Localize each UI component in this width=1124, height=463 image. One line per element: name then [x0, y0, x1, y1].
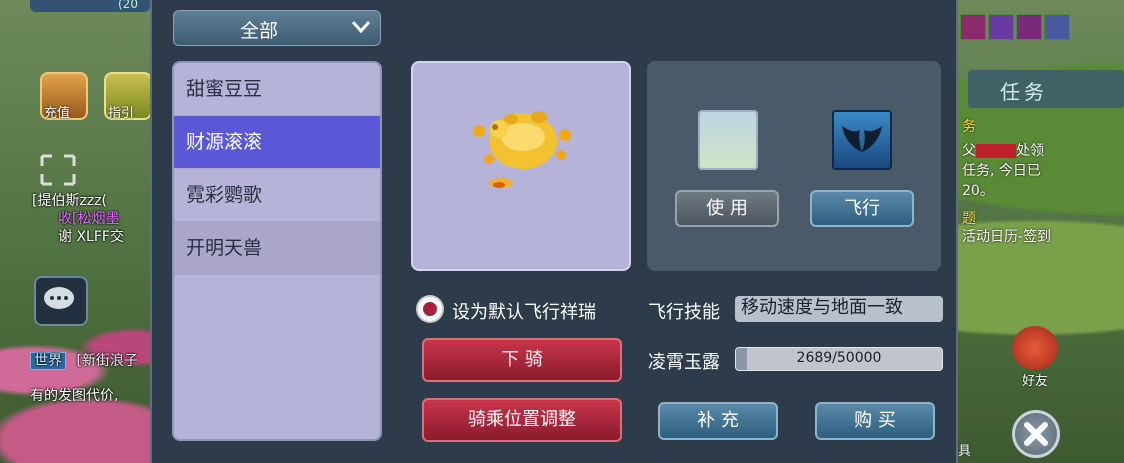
top-counter: (20 — [118, 0, 138, 11]
quest-line-1: 务 — [962, 119, 976, 135]
buy-button[interactable]: 购 买 — [815, 402, 935, 440]
list-item[interactable]: 开明天兽 — [174, 222, 380, 275]
close-button[interactable] — [1012, 410, 1060, 458]
filter-selected: 全部 — [239, 20, 278, 42]
quest-line-4: 20。 — [962, 183, 994, 199]
dismount-button[interactable]: 下 骑 — [422, 338, 622, 382]
fly-skill-value: 移动速度与地面一致 — [735, 296, 943, 322]
world-chat-line-2: 有的发图代价, — [30, 388, 119, 404]
mount-dialog: 全部 甜蜜豆豆 财源滚滚 霓彩鹦歌 开明天兽 使 用 飞行 设为默认飞行祥瑞 下… — [150, 0, 958, 463]
fly-button[interactable]: 飞行 — [810, 190, 914, 227]
quest-line-5: 题 — [962, 211, 976, 227]
empty-skill-slot[interactable] — [698, 110, 758, 170]
items-label: 具 — [958, 444, 972, 459]
list-item[interactable]: 霓彩鹦歌 — [174, 169, 380, 222]
refill-button[interactable]: 补 充 — [658, 402, 778, 440]
default-fly-radio[interactable] — [418, 297, 442, 321]
chat-line-2: 收[松烟墨 — [58, 211, 120, 227]
list-item-selected[interactable]: 财源滚滚 — [174, 116, 380, 169]
list-item[interactable]: 甜蜜豆豆 — [174, 63, 380, 116]
top-status-strip: (20 — [30, 0, 150, 12]
world-tag: 世界 — [30, 352, 66, 370]
world-chat-line: 世界 [新街浪子 — [30, 350, 138, 370]
chevron-down-icon — [351, 21, 371, 34]
default-fly-label: 设为默认飞行祥瑞 — [452, 302, 596, 323]
fly-skill-label: 飞行技能 — [648, 302, 720, 323]
quest-line-3: 任务, 今日已 — [962, 163, 1041, 179]
filter-dropdown[interactable]: 全部 — [173, 10, 381, 46]
recharge-label: 充值 — [44, 106, 71, 121]
chat-line-3: 谢 XLFF交 — [58, 229, 124, 245]
mount-list: 甜蜜豆豆 财源滚滚 霓彩鹦歌 开明天兽 — [172, 61, 382, 441]
dew-progress-bar: 2689/50000 — [735, 347, 943, 371]
chat-line-1: [提伯斯zzz( — [32, 193, 107, 209]
use-button[interactable]: 使 用 — [675, 190, 779, 227]
chat-bubble-icon[interactable] — [34, 276, 88, 326]
quest-line-6: 活动日历-签到 — [962, 229, 1052, 245]
ride-position-adjust-button[interactable]: 骑乘位置调整 — [422, 398, 622, 442]
buff-icons-row — [960, 14, 1072, 40]
friend-label: 好友 — [1022, 374, 1049, 389]
guide-label: 指引 — [108, 106, 135, 121]
wings-icon[interactable] — [832, 110, 892, 170]
expand-icon[interactable] — [36, 150, 80, 190]
skill-panel: 使 用 飞行 — [647, 61, 941, 271]
quest-line-2: 父处领 — [962, 143, 1044, 159]
dew-label: 凌霄玉露 — [648, 352, 720, 373]
mount-preview — [411, 61, 631, 271]
golden-pig-mount-icon — [473, 111, 571, 188]
close-icon — [1024, 422, 1048, 446]
task-tab[interactable]: 任务 — [968, 70, 1124, 108]
dew-progress-text: 2689/50000 — [796, 350, 882, 366]
friend-icon[interactable] — [1012, 326, 1058, 370]
